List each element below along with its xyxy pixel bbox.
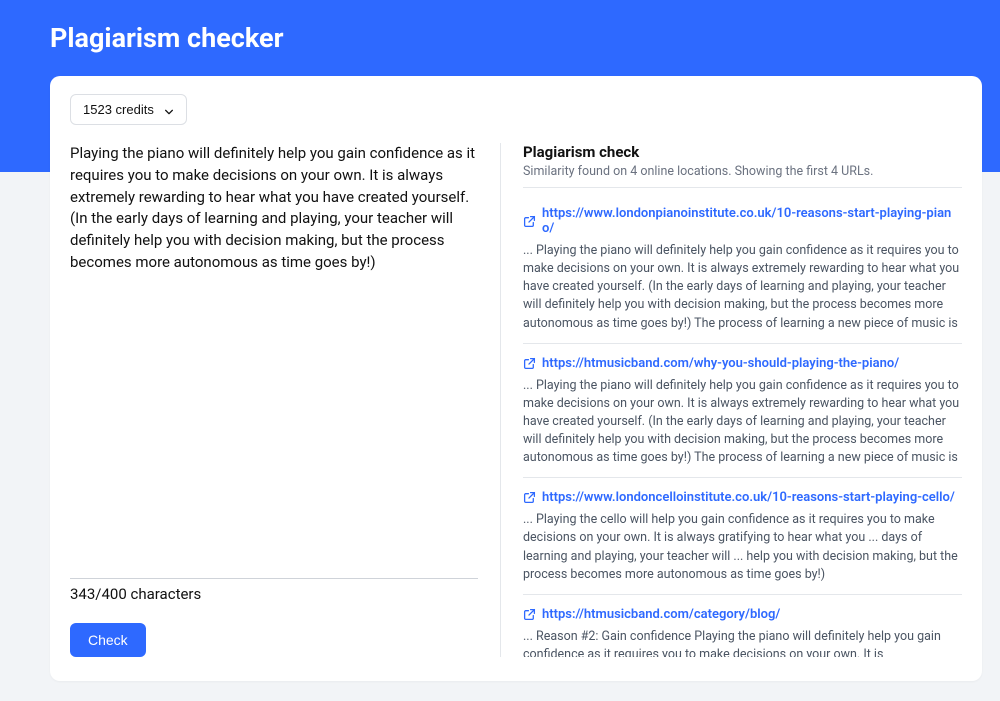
- result-snippet: ... Reason #2: Gain confidence Playing t…: [523, 628, 962, 657]
- result-url: https://www.londoncelloinstitute.co.uk/1…: [542, 490, 955, 505]
- result-url: https://htmusicband.com/category/blog/: [542, 607, 780, 622]
- result-link[interactable]: https://htmusicband.com/category/blog/: [523, 607, 962, 622]
- result-url: https://htmusicband.com/why-you-should-p…: [542, 356, 899, 371]
- external-link-icon: [523, 357, 536, 370]
- text-input[interactable]: [70, 143, 478, 579]
- result-item: https://www.londonpianoinstitute.co.uk/1…: [523, 194, 962, 344]
- external-link-icon: [523, 491, 536, 504]
- results-list: https://www.londonpianoinstitute.co.uk/1…: [523, 194, 962, 657]
- result-snippet: ... Playing the piano will definitely he…: [523, 242, 962, 333]
- main-card: 1523 credits 343/400 characters Check Pl…: [50, 76, 982, 681]
- chevron-down-icon: [164, 105, 174, 115]
- result-snippet: ... Playing the piano will definitely he…: [523, 377, 962, 468]
- result-url: https://www.londonpianoinstitute.co.uk/1…: [542, 206, 962, 236]
- check-button[interactable]: Check: [70, 623, 146, 657]
- result-link[interactable]: https://htmusicband.com/why-you-should-p…: [523, 356, 962, 371]
- results-subtitle: Similarity found on 4 online locations. …: [523, 164, 962, 188]
- result-item: https://htmusicband.com/why-you-should-p…: [523, 344, 962, 479]
- result-item: https://www.londoncelloinstitute.co.uk/1…: [523, 478, 962, 595]
- credits-label: 1523 credits: [83, 102, 154, 117]
- result-link[interactable]: https://www.londonpianoinstitute.co.uk/1…: [523, 206, 962, 236]
- external-link-icon: [523, 608, 536, 621]
- results-title: Plagiarism check: [523, 143, 962, 161]
- char-count: 343/400 characters: [70, 585, 478, 603]
- external-link-icon: [523, 215, 536, 228]
- result-link[interactable]: https://www.londoncelloinstitute.co.uk/1…: [523, 490, 962, 505]
- result-item: https://htmusicband.com/category/blog/ .…: [523, 595, 962, 657]
- credits-dropdown[interactable]: 1523 credits: [70, 94, 187, 125]
- result-snippet: ... Playing the cello will help you gain…: [523, 511, 962, 584]
- page-title: Plagiarism checker: [50, 22, 283, 54]
